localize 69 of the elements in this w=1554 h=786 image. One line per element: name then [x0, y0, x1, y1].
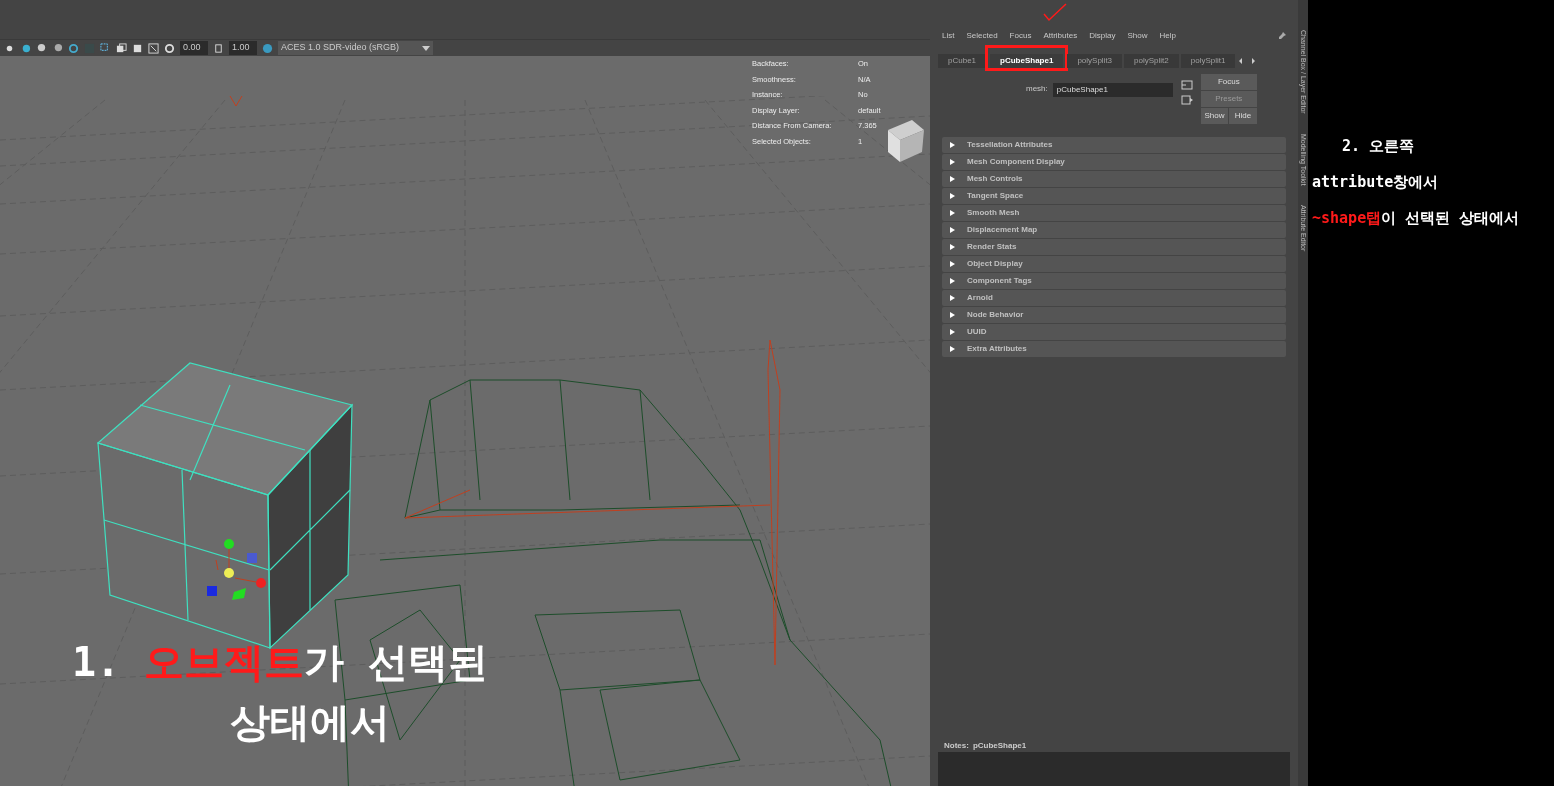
menu-item[interactable]: Attributes	[1043, 30, 1078, 42]
section-header[interactable]: Smooth Mesh	[942, 205, 1286, 221]
section-header[interactable]: Render Stats	[942, 239, 1286, 255]
collapsed-caret-icon	[950, 159, 955, 165]
annotation-text: attribute창에서	[1312, 172, 1439, 193]
node-tab[interactable]: pCubeShape1	[990, 54, 1064, 68]
collapsed-caret-icon	[950, 295, 955, 301]
gamma-field[interactable]: 1.00	[229, 41, 257, 55]
section-header[interactable]: Mesh Controls	[942, 171, 1286, 187]
section-header[interactable]: Mesh Component Display	[942, 154, 1286, 170]
section-header[interactable]: Arnold	[942, 290, 1286, 306]
collapsed-caret-icon	[950, 329, 955, 335]
collapsed-caret-icon	[950, 278, 955, 284]
node-tab[interactable]: polySplit3	[1067, 54, 1123, 68]
pin-icon[interactable]	[1278, 32, 1286, 40]
menu-item[interactable]: Display	[1089, 30, 1116, 42]
section-header[interactable]: Node Behavior	[942, 307, 1286, 323]
collapsed-caret-icon	[950, 176, 955, 182]
collapsed-caret-icon	[950, 346, 955, 352]
section-header[interactable]: Component Tags	[942, 273, 1286, 289]
menu-item[interactable]: Focus	[1009, 30, 1032, 42]
caret-icon	[422, 45, 430, 51]
collapsed-caret-icon	[950, 142, 955, 148]
load-icon[interactable]	[1180, 80, 1193, 90]
ring-icon[interactable]	[68, 42, 79, 54]
node-tab[interactable]: polySplit1	[1180, 54, 1236, 68]
menu-item[interactable]: Selected	[966, 30, 998, 42]
annotation-text: ~shape탭	[1312, 208, 1382, 229]
section-header[interactable]: UUID	[942, 324, 1286, 340]
annotation-text: 가 선택된	[304, 638, 489, 687]
resize-icon[interactable]	[148, 42, 159, 54]
sphere-icon[interactable]	[36, 42, 47, 54]
exposure-field[interactable]: 0.00	[180, 41, 208, 55]
copy-tab-icon[interactable]	[1180, 95, 1193, 105]
menu-item[interactable]: List	[942, 30, 955, 42]
section-header[interactable]: Tessellation Attributes	[942, 137, 1286, 153]
panel-button[interactable]: Focus	[1200, 74, 1257, 90]
check-mark-icon	[1042, 2, 1068, 22]
menu-item[interactable]: Show	[1127, 30, 1148, 42]
collapsed-caret-icon	[950, 210, 955, 216]
collapsed-caret-icon	[950, 227, 955, 233]
panel-button[interactable]: Show	[1200, 108, 1229, 124]
collapsed-caret-icon	[950, 312, 955, 318]
color-space-dropdown[interactable]: ACES 1.0 SDR-video (sRGB)	[278, 41, 433, 55]
section-header[interactable]: Tangent Space	[942, 188, 1286, 204]
node-tab[interactable]: pCube1	[938, 54, 987, 68]
collapsed-caret-icon	[950, 261, 955, 267]
annotation-text: 오브젝트	[144, 638, 305, 687]
windows-icon[interactable]	[116, 42, 127, 54]
section-header[interactable]: Object Display	[942, 256, 1286, 272]
annotation-text: 1.	[72, 638, 122, 687]
collapsed-caret-icon	[950, 244, 955, 250]
annotation-text: 이 선택된 상태에서	[1381, 208, 1520, 229]
mesh-label: mesh:	[1026, 83, 1048, 95]
node-tab[interactable]: polySplit2	[1124, 54, 1179, 68]
annotation-text: 상태에서	[230, 698, 390, 747]
section-header[interactable]: Extra Attributes	[942, 341, 1286, 357]
notes-object-label: pCubeShape1	[972, 740, 1027, 752]
mesh-field[interactable]: pCubeShape1	[1052, 83, 1173, 97]
notes-field[interactable]	[938, 752, 1290, 786]
notes-label: Notes:	[944, 740, 969, 752]
annotation-text: 2. 오른쪽	[1342, 136, 1415, 157]
scroll-arrows-icon[interactable]	[1237, 57, 1258, 65]
select-icon[interactable]	[100, 42, 111, 54]
color-management-icon[interactable]	[262, 42, 273, 54]
collapsed-caret-icon	[950, 193, 955, 199]
panel-button[interactable]: Hide	[1229, 108, 1257, 124]
menu-item[interactable]: Help	[1159, 30, 1176, 42]
section-header[interactable]: Displacement Map	[942, 222, 1286, 238]
